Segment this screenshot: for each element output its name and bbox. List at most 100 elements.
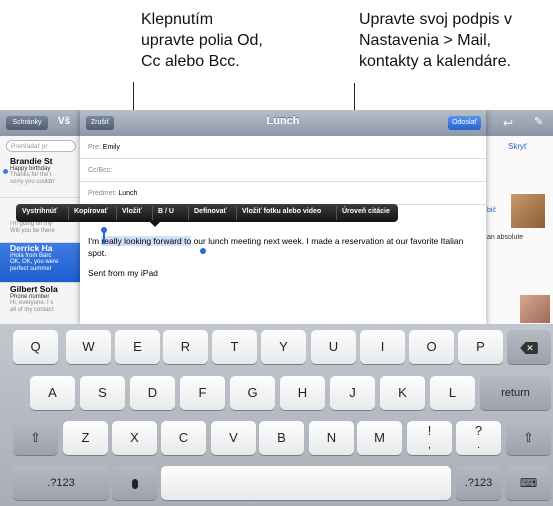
key-p[interactable]: P <box>458 330 503 364</box>
key-a[interactable]: A <box>30 376 75 410</box>
selection-handle-end[interactable] <box>200 248 206 254</box>
selected-text[interactable]: really looking forward to <box>101 236 192 246</box>
numbers-key-right[interactable]: .?123 <box>456 466 501 500</box>
list-item[interactable]: Gilbert Sola Phone number Hi, everyone. … <box>0 284 80 325</box>
message-body[interactable]: I'm really looking forward to our lunch … <box>88 235 478 259</box>
key-question-period[interactable]: ? . <box>456 421 501 455</box>
key-c[interactable]: C <box>161 421 206 455</box>
contact-photo <box>510 193 546 229</box>
backspace-key[interactable]: ✕ <box>507 330 551 364</box>
to-value: Emily <box>102 144 120 151</box>
key-g[interactable]: G <box>230 376 275 410</box>
menu-separator <box>336 206 337 220</box>
detail-snippet: an absolute <box>487 234 524 241</box>
menu-separator <box>152 206 153 220</box>
list-item[interactable]: Brandie St Happy birthday Thanks for the… <box>0 156 80 198</box>
key-exclaim-label: ! <box>427 423 432 438</box>
microphone-icon <box>131 478 138 489</box>
signature-text: Sent from my iPad <box>88 268 158 278</box>
key-e[interactable]: E <box>115 330 160 364</box>
subject-field[interactable]: Predmet: Lunch <box>80 183 486 205</box>
detail-snippet: bič <box>487 207 496 214</box>
key-o[interactable]: O <box>409 330 454 364</box>
key-m[interactable]: M <box>357 421 402 455</box>
key-l[interactable]: L <box>430 376 475 410</box>
message-sender: Gilbert Sola <box>10 284 58 294</box>
body-text-pre: I'm <box>88 236 102 246</box>
menu-separator <box>68 206 69 220</box>
key-h[interactable]: H <box>280 376 325 410</box>
to-label: Pre: <box>88 144 101 151</box>
list-item-selected[interactable]: Derrick Ha iHola from Barc OK, OK, you w… <box>0 243 80 283</box>
key-j[interactable]: J <box>330 376 375 410</box>
key-q[interactable]: Q <box>13 330 58 364</box>
backspace-icon: ✕ <box>520 342 538 354</box>
message-preview: OK, OK, you were perfect summer <box>10 259 59 272</box>
define-menu-item[interactable]: Definovať <box>194 208 227 215</box>
message-preview: I'm going on my Will you be there <box>10 221 55 234</box>
key-z[interactable]: Z <box>63 421 108 455</box>
hide-keyboard-key[interactable]: ⌨ <box>506 466 551 500</box>
insert-photo-menu-item[interactable]: Vložiť fotku alebo video <box>242 208 321 215</box>
shift-icon: ⇧ <box>523 430 534 445</box>
format-menu-item[interactable]: B / U <box>158 208 174 215</box>
reply-icon[interactable]: ↩ <box>503 116 513 130</box>
to-field[interactable]: Pre: Emily <box>80 137 486 159</box>
key-exclaim-comma[interactable]: ! , <box>407 421 452 455</box>
menu-separator <box>188 206 189 220</box>
key-i[interactable]: I <box>360 330 405 364</box>
key-b[interactable]: B <box>259 421 304 455</box>
compose-icon[interactable]: ✎ <box>534 115 543 128</box>
key-y[interactable]: Y <box>261 330 306 364</box>
key-s[interactable]: S <box>80 376 125 410</box>
send-button[interactable]: Odoslať <box>448 116 481 130</box>
key-comma-label: , <box>427 439 432 451</box>
shift-icon: ⇧ <box>30 430 41 445</box>
search-input[interactable]: Prehľadať pr <box>6 140 76 152</box>
key-u[interactable]: U <box>311 330 356 364</box>
cc-bcc-field[interactable]: Cc/Bcc: <box>80 160 486 182</box>
space-key[interactable] <box>161 466 451 500</box>
key-period-label: . <box>476 439 481 451</box>
message-preview: Thanks for the t sorry you couldn' <box>10 172 56 185</box>
list-item[interactable]: I'm going on my Will you be there <box>0 221 80 243</box>
key-v[interactable]: V <box>211 421 256 455</box>
key-t[interactable]: T <box>212 330 257 364</box>
cc-bcc-label: Cc/Bcc: <box>88 167 113 174</box>
compose-title: Lunch <box>266 115 300 127</box>
key-f[interactable]: F <box>180 376 225 410</box>
key-k[interactable]: K <box>380 376 425 410</box>
key-n[interactable]: N <box>309 421 354 455</box>
menu-pointer <box>150 222 160 227</box>
key-w[interactable]: W <box>66 330 111 364</box>
key-x[interactable]: X <box>112 421 157 455</box>
keyboard-dismiss-icon: ⌨ <box>519 476 538 490</box>
return-key[interactable]: return <box>480 376 551 410</box>
edit-menu: Vystrihnúť Kopírovať Vložiť B / U Defino… <box>16 204 398 222</box>
unread-dot-icon <box>3 169 8 174</box>
message-sender: Derrick Ha <box>10 243 53 253</box>
callout-edit-fields: Klepnutím upravte polia Od, Cc alebo Bcc… <box>141 11 263 70</box>
subject-label: Predmet: <box>88 190 117 197</box>
message-preview: Hi, everyone. I s all of my contact <box>10 300 54 313</box>
message-sender: Brandie St <box>10 156 53 166</box>
shift-key-left[interactable]: ⇧ <box>13 421 58 455</box>
key-question-label: ? <box>474 423 483 438</box>
mailboxes-button[interactable]: Schránky <box>6 116 48 130</box>
dictation-key[interactable] <box>112 466 157 500</box>
menu-separator <box>236 206 237 220</box>
paste-menu-item[interactable]: Vložiť <box>122 208 142 215</box>
callout-signature: Upravte svoj podpis v Nastavenia > Mail,… <box>359 11 512 70</box>
key-d[interactable]: D <box>130 376 175 410</box>
numbers-key-left[interactable]: .?123 <box>13 466 109 500</box>
cut-menu-item[interactable]: Vystrihnúť <box>22 208 57 215</box>
key-r[interactable]: R <box>163 330 208 364</box>
shift-key-right[interactable]: ⇧ <box>506 421 551 455</box>
selection-handle-start-bar <box>103 232 105 244</box>
copy-menu-item[interactable]: Kopírovať <box>74 208 108 215</box>
menu-separator <box>116 206 117 220</box>
quote-level-menu-item[interactable]: Úroveň citácie <box>342 208 390 215</box>
subject-value: Lunch <box>118 190 138 197</box>
mailbox-title: Vš <box>58 116 71 127</box>
hide-link[interactable]: Skryť <box>508 142 527 151</box>
